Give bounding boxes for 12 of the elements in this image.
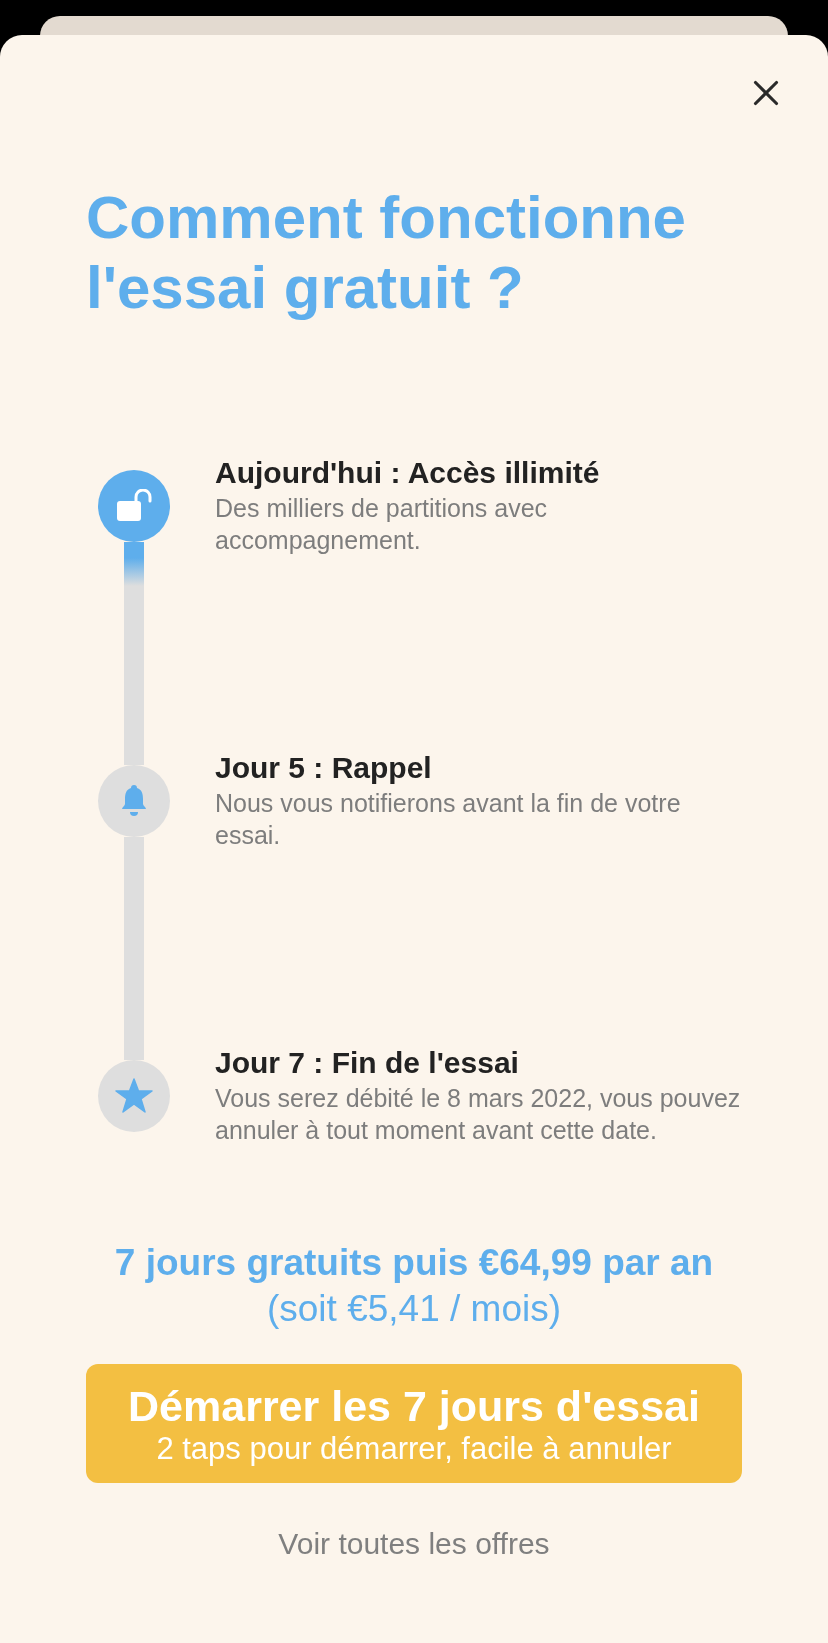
step-description: Vous serez débité le 8 mars 2022, vous pouvez annuler à tout moment avant cette date. <box>215 1083 742 1146</box>
star-icon <box>114 1077 154 1115</box>
step-title: Jour 7 : Fin de l'essai <box>215 1045 520 1081</box>
see-all-offers-link[interactable]: Voir toutes les offres <box>278 1526 550 1562</box>
unlocked-padlock-icon <box>115 489 153 523</box>
step-description: Des milliers de partitions avec accompagnement. <box>215 493 549 556</box>
price-text: 7 jours gratuits puis €64,99 par an <box>113 1241 715 1285</box>
step-title: Jour 5 : Rappel <box>215 750 433 786</box>
page-title: Comment fonctionne l'essai gratuit ? <box>86 183 687 323</box>
monthly-price-text: (soit €5,41 / mois) <box>265 1287 563 1331</box>
step-title: Aujourd'hui : Accès illimité <box>215 455 601 491</box>
step-description: Nous vous notifierons avant la fin de votre essai. <box>215 788 682 851</box>
